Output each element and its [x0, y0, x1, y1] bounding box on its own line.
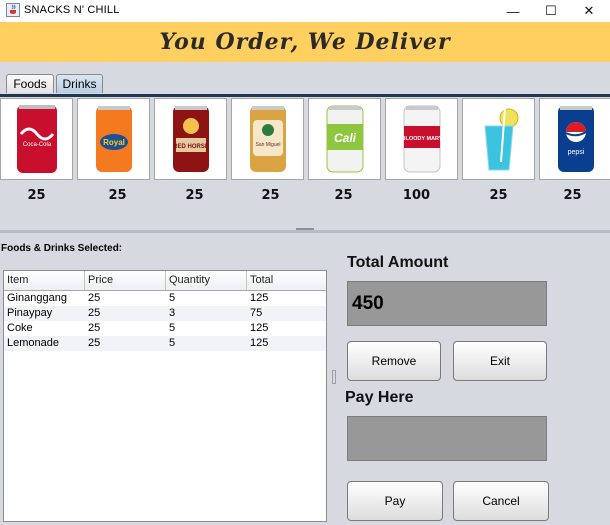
product-san-miguel[interactable]: San Miguel	[231, 98, 304, 180]
price-san-miguel: 25	[261, 188, 280, 203]
price-bloody-mary: 100	[402, 188, 431, 203]
drinks-panel: Coca-Cola Royal RED HORSE San Miguel Cal…	[0, 98, 610, 180]
selected-items-table[interactable]: Item Price Quantity Total Ginanggang 25 …	[3, 270, 327, 522]
title-bar: SNACKS N' CHILL — ☐ ✕	[0, 0, 610, 22]
price-cali: 25	[334, 188, 353, 203]
table-row[interactable]: Ginanggang 25 5 125	[4, 291, 326, 306]
table-row[interactable]: Lemonade 25 5 125	[4, 336, 326, 351]
banner-slogan: You Order, We Deliver	[159, 29, 451, 55]
bloody-mary-can-icon: BLOODY MARY	[401, 105, 442, 173]
price-row: 25 25 25 25 25 100 25 25	[0, 188, 610, 206]
column-header-price[interactable]: Price	[85, 271, 166, 290]
table-row[interactable]: Pinaypay 25 3 75	[4, 306, 326, 321]
royal-can-icon: Royal	[95, 106, 132, 172]
pay-amount-field[interactable]	[347, 416, 547, 461]
coca-cola-can-icon: Coca-Cola	[16, 105, 57, 173]
cell-price: 25	[88, 307, 101, 319]
divider-grip[interactable]	[296, 228, 314, 230]
column-header-total[interactable]: Total	[247, 271, 328, 290]
pepsi-can-icon: pepsi	[557, 106, 594, 172]
cell-total: 75	[250, 307, 263, 319]
total-amount-field: 450	[347, 281, 547, 326]
cell-total: 125	[250, 322, 269, 334]
cell-total: 125	[250, 337, 269, 349]
minimize-button[interactable]: —	[494, 0, 532, 22]
price-red-horse: 25	[185, 188, 204, 203]
selected-heading: Foods & Drinks Selected:	[1, 243, 123, 254]
product-cali[interactable]: Cali	[308, 98, 381, 180]
red-horse-can-icon: RED HORSE	[172, 106, 209, 172]
cancel-button[interactable]: Cancel	[453, 481, 549, 521]
remove-button[interactable]: Remove	[347, 341, 441, 381]
exit-button[interactable]: Exit	[453, 341, 547, 381]
product-brand-text: Cali	[333, 131, 356, 145]
column-header-item[interactable]: Item	[4, 271, 85, 290]
product-brand-text: RED HORSE	[173, 144, 209, 150]
banner: You Order, We Deliver	[0, 22, 610, 62]
cell-item: Ginanggang	[7, 292, 67, 304]
price-lemonade: 25	[489, 188, 508, 203]
window-title: SNACKS N' CHILL	[24, 4, 120, 16]
product-brand-text: Coca-Cola	[22, 142, 51, 148]
product-royal[interactable]: Royal	[77, 98, 150, 180]
tab-drinks[interactable]: Drinks	[56, 74, 103, 93]
column-header-quantity[interactable]: Quantity	[166, 271, 247, 290]
cali-can-icon: Cali	[326, 105, 363, 173]
tab-foods[interactable]: Foods	[6, 74, 54, 93]
pay-button[interactable]: Pay	[347, 481, 443, 521]
table-header: Item Price Quantity Total	[4, 271, 326, 291]
table-row[interactable]: Coke 25 5 125	[4, 321, 326, 336]
cell-quantity: 5	[169, 337, 176, 349]
product-brand-text: San Miguel	[255, 142, 280, 148]
product-brand-text: Royal	[103, 138, 125, 147]
cell-item: Coke	[7, 322, 33, 334]
product-bloody-mary[interactable]: BLOODY MARY	[385, 98, 458, 180]
vertical-split-grip[interactable]	[332, 370, 336, 384]
split-divider[interactable]	[0, 230, 610, 233]
cell-quantity: 3	[169, 307, 176, 319]
total-amount-label: Total Amount	[347, 254, 449, 271]
tab-underline	[0, 94, 610, 97]
close-button[interactable]: ✕	[570, 0, 608, 22]
cell-item: Lemonade	[7, 337, 59, 349]
san-miguel-can-icon: San Miguel	[249, 106, 286, 172]
product-lemonade[interactable]	[462, 98, 535, 180]
cell-quantity: 5	[169, 322, 176, 334]
product-brand-text: BLOODY MARY	[401, 136, 442, 142]
blue-lemonade-glass-icon	[483, 107, 518, 171]
price-pepsi: 25	[563, 188, 582, 203]
cell-price: 25	[88, 322, 101, 334]
price-coca-cola: 25	[27, 188, 46, 203]
cell-item: Pinaypay	[7, 307, 53, 319]
product-coca-cola[interactable]: Coca-Cola	[0, 98, 73, 180]
pay-here-label: Pay Here	[345, 389, 414, 406]
java-app-icon	[6, 3, 20, 17]
cell-total: 125	[250, 292, 269, 304]
product-brand-text: pepsi	[567, 149, 584, 156]
product-pepsi[interactable]: pepsi	[539, 98, 610, 180]
price-royal: 25	[108, 188, 127, 203]
cell-price: 25	[88, 292, 101, 304]
maximize-button[interactable]: ☐	[532, 0, 570, 22]
product-red-horse[interactable]: RED HORSE	[154, 98, 227, 180]
total-amount-value: 450	[352, 293, 384, 314]
cell-quantity: 5	[169, 292, 176, 304]
cell-price: 25	[88, 337, 101, 349]
